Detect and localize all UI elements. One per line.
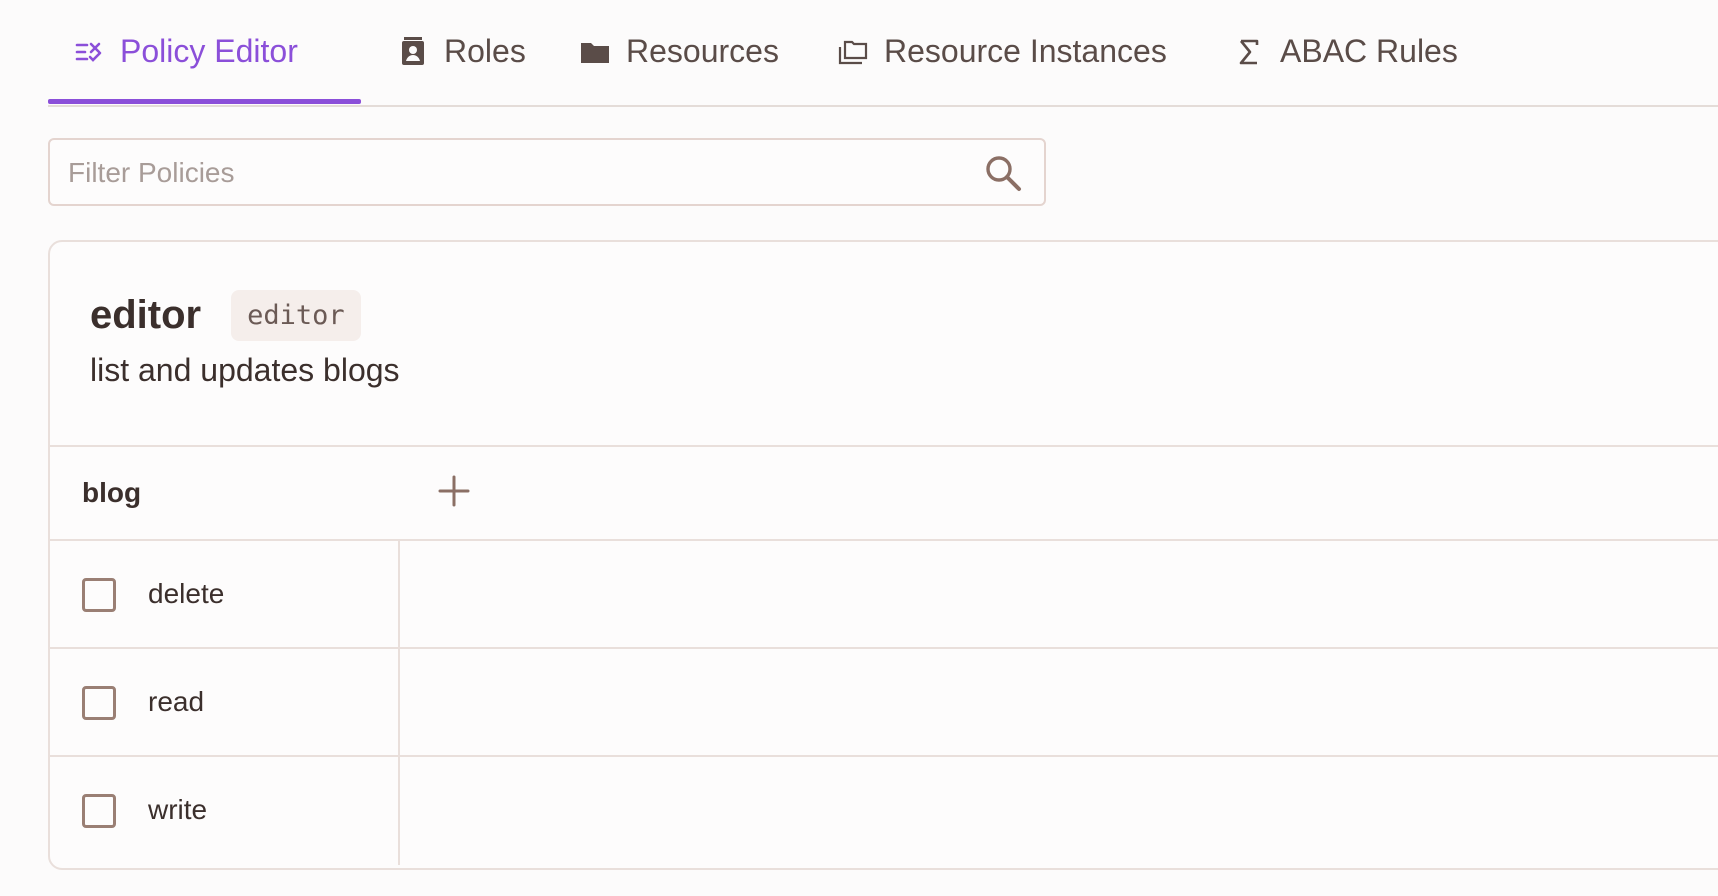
action-checkbox[interactable] xyxy=(82,794,116,828)
tab-label: Resource Instances xyxy=(884,33,1167,69)
active-tab-indicator xyxy=(48,99,361,104)
tab-label: Policy Editor xyxy=(120,33,298,69)
tab-roles[interactable]: Roles xyxy=(398,0,526,103)
tab-label: Roles xyxy=(444,33,526,69)
action-label: read xyxy=(148,686,205,717)
action-cell: write xyxy=(50,757,400,865)
action-checkbox[interactable] xyxy=(82,578,116,612)
tab-label: ABAC Rules xyxy=(1280,33,1458,69)
tab-policy-editor[interactable]: Policy Editor xyxy=(74,0,298,103)
action-list: delete read write xyxy=(50,541,1718,865)
action-checkbox[interactable] xyxy=(82,686,116,720)
action-label: delete xyxy=(148,578,225,609)
tab-bar: Policy Editor Roles Resources Resource I… xyxy=(48,0,1718,107)
action-row-read: read xyxy=(50,649,1718,757)
tab-resource-instances[interactable]: Resource Instances xyxy=(838,0,1167,103)
action-label: write xyxy=(148,794,208,825)
resource-instances-icon xyxy=(838,37,868,67)
resource-name: blog xyxy=(82,477,142,508)
resource-header-row: blog xyxy=(50,445,1718,541)
policy-editor-icon xyxy=(74,37,104,67)
tab-label: Resources xyxy=(626,33,779,69)
roles-icon xyxy=(398,36,428,67)
action-cell: read xyxy=(50,649,400,755)
tab-abac-rules[interactable]: ABAC Rules xyxy=(1234,0,1458,103)
filter-policies-search xyxy=(48,138,1046,206)
role-name: editor xyxy=(90,293,202,337)
action-cell: delete xyxy=(50,541,400,647)
role-description: list and updates blogs xyxy=(90,352,400,388)
role-key-badge: editor xyxy=(231,290,361,341)
add-icon[interactable] xyxy=(434,471,474,511)
sigma-icon xyxy=(1234,37,1264,67)
tab-resources[interactable]: Resources xyxy=(580,0,779,103)
search-icon[interactable] xyxy=(984,154,1022,192)
action-row-delete: delete xyxy=(50,541,1718,649)
policy-card: editor editor list and updates blogs blo… xyxy=(48,240,1718,870)
folder-icon xyxy=(580,37,610,67)
action-row-write: write xyxy=(50,757,1718,865)
role-header: editor editor xyxy=(90,290,361,341)
filter-policies-input[interactable] xyxy=(66,140,970,206)
